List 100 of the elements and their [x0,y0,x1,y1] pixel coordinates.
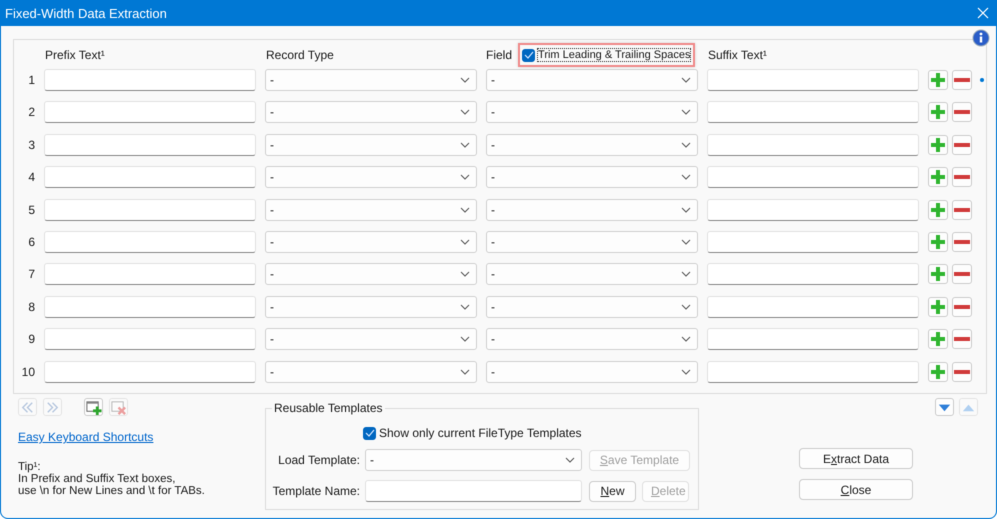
record-type-dropdown[interactable]: - [265,328,477,350]
keyboard-shortcuts-link[interactable]: Easy Keyboard Shortcuts [18,430,154,444]
add-row-button[interactable] [928,167,948,188]
row-number: 3 [27,138,35,152]
column-header: Record Type [265,48,335,62]
remove-row-button[interactable] [952,329,972,350]
prefix-text-field[interactable] [44,198,256,221]
template-name-label: Template Name: [272,484,360,498]
prefix-text-field[interactable] [44,134,256,156]
minus-icon [954,78,970,82]
close-button[interactable]: Close [799,479,913,500]
chevron-icon [460,206,470,213]
minus-icon [954,240,970,244]
prefix-text-field[interactable] [44,69,256,91]
suffix-text-field[interactable] [707,134,919,156]
close-icon[interactable] [977,7,989,19]
field-dropdown[interactable]: - [486,296,698,318]
field-dropdown[interactable]: - [486,328,698,350]
chevron-icon [681,109,691,116]
plus-icon [930,298,946,315]
chevron-icon [681,142,691,148]
row-number: 5 [27,202,35,217]
plus-icon [930,331,946,348]
chevron-icon [460,77,470,83]
add-row-button[interactable] [84,398,103,416]
record-type-dropdown[interactable]: - [265,263,477,286]
add-row-button[interactable] [928,134,948,155]
field-dropdown[interactable]: - [486,69,698,91]
row-number: 1 [27,73,35,87]
remove-row-button[interactable] [952,264,972,284]
suffix-text-field[interactable] [707,328,919,350]
trim-spaces-checkbox[interactable]: Trim Leading & Trailing Spaces [518,43,696,67]
plus-icon [930,72,946,88]
add-row-button[interactable] [928,200,948,220]
remove-row-button[interactable] [952,232,972,252]
add-row-button[interactable] [928,296,948,317]
chevron-icon [460,174,470,180]
record-type-dropdown[interactable]: - [265,69,477,91]
load-template-dropdown[interactable]: - [365,449,582,471]
suffix-text-field[interactable] [707,198,919,221]
row-number: 4 [27,170,35,184]
template-name-field[interactable] [365,480,582,502]
suffix-text-field[interactable] [707,101,919,124]
add-row-button[interactable] [928,70,948,90]
add-row-button[interactable] [928,362,948,382]
remove-row-button[interactable] [952,102,972,122]
prefix-text-field[interactable] [44,166,256,188]
minus-icon [954,370,970,374]
down-triangle-button[interactable] [935,398,954,416]
add-row-button[interactable] [928,232,948,252]
chevron-icon [681,336,691,342]
chevron-icon [460,368,470,375]
record-type-dropdown[interactable]: - [265,134,477,156]
prefix-text-field[interactable] [44,101,256,124]
suffix-text-field[interactable] [707,69,919,91]
field-dropdown[interactable]: - [486,134,698,156]
field-dropdown[interactable]: - [486,360,698,383]
suffix-text-field[interactable] [707,230,919,253]
record-type-dropdown[interactable]: - [265,166,477,188]
suffix-text-field[interactable] [707,296,919,318]
field-dropdown[interactable]: - [486,101,698,124]
add-row-button[interactable] [928,264,948,284]
chevron-icon [681,271,691,278]
info-icon[interactable] [972,29,990,47]
minus-icon [954,304,970,309]
prefix-text-field[interactable] [44,263,256,286]
suffix-text-field[interactable] [707,166,919,188]
remove-row-button[interactable] [952,70,972,90]
remove-row-button[interactable] [952,296,972,317]
remove-row-button[interactable] [952,167,972,188]
prefix-text-field[interactable] [44,360,256,383]
record-type-dropdown[interactable]: - [265,198,477,221]
prefix-text-field[interactable] [44,296,256,318]
new-button[interactable]: New [589,480,636,502]
field-dropdown[interactable]: - [486,166,698,188]
remove-row-button[interactable] [952,134,972,155]
suffix-text-field[interactable] [707,263,919,286]
add-row-button[interactable] [928,329,948,350]
record-type-dropdown[interactable]: - [265,230,477,253]
field-dropdown[interactable]: - [486,198,698,221]
field-dropdown[interactable]: - [486,263,698,286]
record-type-dropdown[interactable]: - [265,360,477,383]
column-header: Suffix Text¹ [707,48,768,62]
check-icon [524,51,534,59]
field-dropdown[interactable]: - [486,230,698,253]
record-type-dropdown[interactable]: - [265,296,477,318]
add-row-button[interactable] [928,102,948,122]
prefix-text-field[interactable] [44,328,256,350]
remove-row-button[interactable] [952,362,972,382]
plus-icon [930,266,946,282]
extract-data-button[interactable]: Extract Data [799,448,913,469]
chevron-icon [681,304,691,310]
suffix-text-field[interactable] [707,360,919,383]
load-template-label: Load Template: [277,453,360,467]
column-header: Field [486,48,512,62]
minus-icon [954,337,970,342]
remove-row-button[interactable] [952,200,972,220]
prefix-text-field[interactable] [44,230,256,253]
filetype-filter-checkbox[interactable]: Show only current FileType Templates [363,426,690,440]
record-type-dropdown[interactable]: - [265,101,477,124]
